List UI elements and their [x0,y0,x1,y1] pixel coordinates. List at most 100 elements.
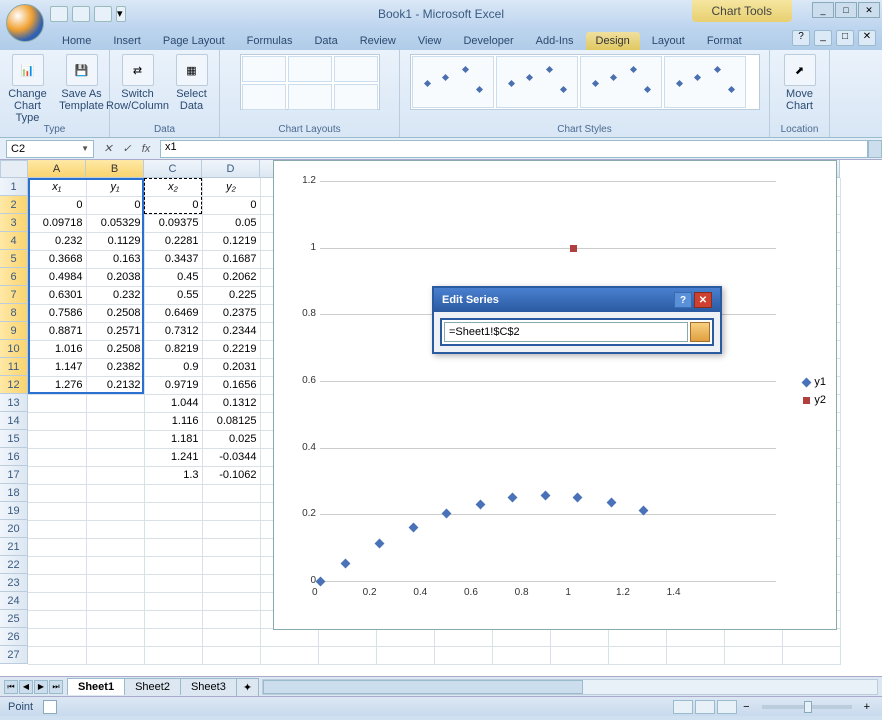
cell[interactable]: 0.2281 [144,232,202,250]
cell[interactable] [86,466,144,484]
cell[interactable]: 1.044 [144,394,202,412]
cell[interactable] [86,484,144,502]
cell[interactable]: x₂ [144,178,202,196]
cell[interactable]: 0.1656 [202,376,260,394]
chart-plot-area[interactable]: 00.20.40.60.811.200.20.40.60.811.21.4 [300,171,796,601]
cell[interactable] [260,646,318,664]
cell[interactable]: 0.6469 [144,304,202,322]
cell[interactable] [28,502,86,520]
cell[interactable] [86,592,144,610]
cell[interactable] [434,628,492,646]
column-header[interactable]: D [202,160,260,178]
cancel-formula-icon[interactable]: ✕ [100,141,116,157]
cell[interactable]: 0.9719 [144,376,202,394]
cell[interactable] [202,574,260,592]
cell[interactable] [318,628,376,646]
chart-layout-item[interactable] [334,84,378,110]
chart-style-item[interactable] [664,56,746,108]
zoom-in-button[interactable]: + [860,701,874,713]
cell[interactable]: 0.025 [202,430,260,448]
cell[interactable] [144,538,202,556]
cell[interactable]: 0.2219 [202,340,260,358]
cell[interactable] [376,646,434,664]
tab-nav-last-button[interactable]: ⏭ [49,680,63,694]
cell[interactable]: 0.2031 [202,358,260,376]
workbook-minimize-button[interactable]: _ [814,30,832,46]
column-header[interactable]: A [28,160,86,178]
chart-layout-item[interactable] [334,56,378,82]
cell[interactable]: 0.2508 [86,304,144,322]
cell[interactable]: 0.2038 [86,268,144,286]
row-header[interactable]: 12 [0,376,28,394]
cell[interactable]: 0 [202,196,260,214]
cell[interactable]: 0.2508 [86,340,144,358]
cell[interactable]: 0.3668 [28,250,86,268]
cell[interactable]: 0 [28,196,86,214]
cell[interactable]: 0.55 [144,286,202,304]
tab-format[interactable]: Format [697,32,752,50]
qat-dropdown-icon[interactable]: ▾ [116,6,126,22]
row-header[interactable]: 25 [0,610,28,628]
minimize-button[interactable]: _ [812,2,834,18]
cell[interactable]: 0.2062 [202,268,260,286]
column-header[interactable]: C [144,160,202,178]
cell[interactable] [28,394,86,412]
cell[interactable] [782,646,840,664]
cell[interactable]: 0.09718 [28,214,86,232]
cell[interactable]: y₂ [202,178,260,196]
cell[interactable] [86,538,144,556]
cell[interactable] [144,592,202,610]
maximize-button[interactable]: □ [835,2,857,18]
cell[interactable]: 0.7312 [144,322,202,340]
page-break-view-button[interactable] [717,700,737,714]
cell[interactable] [144,502,202,520]
change-chart-type-button[interactable]: 📊 Change Chart Type [4,54,52,124]
cell[interactable]: 0.2571 [86,322,144,340]
cell[interactable] [666,646,724,664]
tab-view[interactable]: View [408,32,452,50]
cell[interactable] [202,610,260,628]
cell[interactable] [28,412,86,430]
workbook-restore-button[interactable]: □ [836,30,854,46]
row-header[interactable]: 26 [0,628,28,646]
chart-layout-item[interactable] [288,56,332,82]
switch-row-column-button[interactable]: ⇄ Switch Row/Column [114,54,162,112]
zoom-slider-thumb[interactable] [804,701,812,713]
chart-style-item[interactable] [580,56,662,108]
cell[interactable] [550,628,608,646]
row-header[interactable]: 14 [0,412,28,430]
row-header[interactable]: 15 [0,430,28,448]
cell[interactable] [86,628,144,646]
chart-data-point[interactable] [408,522,418,532]
name-box-dropdown-icon[interactable]: ▼ [81,144,89,153]
cell[interactable] [144,610,202,628]
sheet-tab-sheet3[interactable]: Sheet3 [180,678,237,695]
row-header[interactable]: 27 [0,646,28,664]
chart-object[interactable]: 00.20.40.60.811.200.20.40.60.811.21.4 y1… [273,160,837,630]
chart-data-point[interactable] [606,497,616,507]
legend-item-y1[interactable]: y1 [803,376,826,388]
tab-add-ins[interactable]: Add-Ins [526,32,584,50]
cell[interactable]: 1.016 [28,340,86,358]
cell[interactable] [724,628,782,646]
cell[interactable]: 0.1687 [202,250,260,268]
chart-style-item[interactable] [496,56,578,108]
cell[interactable] [492,628,550,646]
cell[interactable] [86,520,144,538]
chart-data-point[interactable] [374,539,384,549]
cell[interactable]: 0.2132 [86,376,144,394]
save-as-template-button[interactable]: 💾 Save As Template [58,54,106,112]
cell[interactable]: 0.1219 [202,232,260,250]
cell[interactable] [28,538,86,556]
tab-page-layout[interactable]: Page Layout [153,32,235,50]
horizontal-scroll-thumb[interactable] [263,680,583,694]
fx-icon[interactable]: fx [138,141,154,157]
formula-bar[interactable]: x1 [160,140,868,158]
cell[interactable] [28,592,86,610]
column-header[interactable]: B [86,160,144,178]
cell[interactable] [144,574,202,592]
cell[interactable] [144,628,202,646]
redo-icon[interactable] [94,6,112,22]
row-header[interactable]: 1 [0,178,28,196]
cell[interactable]: x₁ [28,178,86,196]
